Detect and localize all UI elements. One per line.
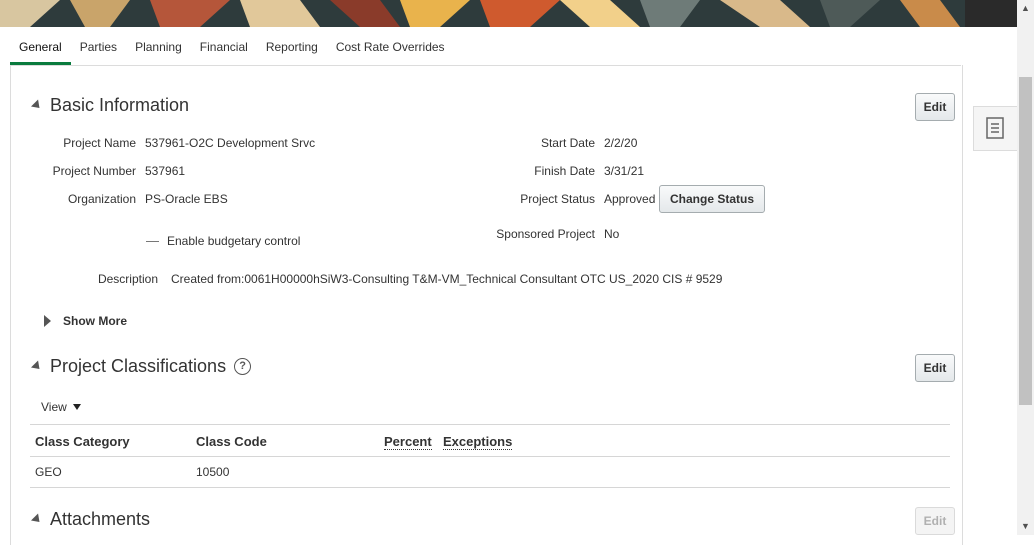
finish-date-label: Finish Date [534, 164, 595, 178]
document-icon [986, 117, 1004, 139]
description-value: Created from:0061H00000hSiW3-Consulting … [171, 272, 723, 286]
project-number-value: 537961 [145, 164, 186, 178]
section-title: Project Classifications [50, 356, 227, 376]
basic-info-header[interactable]: Basic Information [30, 95, 190, 116]
description-label: Description [97, 272, 158, 286]
tab-general[interactable]: General [10, 35, 71, 65]
sponsored-project-value: No [604, 227, 620, 241]
attachments-edit-button[interactable]: Edit [915, 507, 955, 535]
scroll-up-icon[interactable]: ▲ [1017, 0, 1034, 17]
scroll-down-icon[interactable]: ▼ [1017, 518, 1034, 535]
table-row-border [30, 487, 950, 488]
tab-reporting[interactable]: Reporting [257, 35, 327, 65]
column-header-class-code[interactable]: Class Code [196, 434, 267, 449]
expand-icon[interactable] [44, 315, 51, 327]
change-status-button[interactable]: Change Status [659, 185, 765, 213]
project-status-value: Approved [604, 192, 656, 206]
attachments-header[interactable]: Attachments [30, 509, 151, 530]
finish-date-value: 3/31/21 [604, 164, 645, 178]
organization-label: Organization [67, 192, 136, 206]
tab-cost-rate-overrides[interactable]: Cost Rate Overrides [327, 35, 454, 65]
classifications-header[interactable]: Project Classifications ? [30, 356, 252, 377]
section-title: Basic Information [50, 95, 190, 115]
sponsored-project-label: Sponsored Project [496, 227, 595, 241]
project-number-label: Project Number [52, 164, 136, 178]
project-name-value: 537961-O2C Development Srvc [145, 136, 316, 150]
side-panel-tab[interactable] [973, 106, 1017, 151]
budgetary-control-label: Enable budgetary control [167, 234, 301, 248]
project-name-label: Project Name [63, 136, 136, 150]
collapse-icon[interactable] [30, 360, 44, 373]
table-top-border [30, 424, 950, 425]
organization-value: PS-Oracle EBS [145, 192, 228, 206]
collapse-icon[interactable] [30, 513, 44, 526]
basic-info-edit-button[interactable]: Edit [915, 93, 955, 121]
table-header-border [30, 456, 950, 457]
column-header-exceptions[interactable]: Exceptions [443, 434, 513, 450]
tab-financial[interactable]: Financial [191, 35, 257, 65]
tab-parties[interactable]: Parties [71, 35, 126, 65]
show-more-label: Show More [63, 314, 128, 328]
classifications-edit-button[interactable]: Edit [915, 354, 955, 382]
view-menu[interactable]: View [41, 400, 81, 414]
caret-down-icon [72, 404, 81, 410]
tab-planning[interactable]: Planning [126, 35, 191, 65]
checkbox-icon[interactable] [146, 240, 159, 242]
scroll-thumb[interactable] [1019, 77, 1032, 405]
budgetary-control-checkbox[interactable]: Enable budgetary control [146, 234, 300, 248]
show-more-toggle[interactable]: Show More [44, 314, 127, 328]
collapse-icon[interactable] [30, 99, 44, 112]
header-banner [0, 0, 1017, 27]
cell-class-category: GEO [35, 465, 62, 479]
column-header-class-category[interactable]: Class Category [35, 434, 130, 449]
section-title: Attachments [50, 509, 151, 529]
view-menu-label: View [41, 400, 67, 414]
project-status-label: Project Status [520, 192, 595, 206]
start-date-value: 2/2/20 [604, 136, 638, 150]
column-header-percent[interactable]: Percent [384, 434, 432, 450]
cell-class-code: 10500 [196, 465, 230, 479]
help-icon[interactable]: ? [234, 358, 252, 375]
tab-bar: General Parties Planning Financial Repor… [10, 35, 454, 65]
vertical-scrollbar[interactable]: ▲ ▼ [1017, 0, 1034, 535]
start-date-label: Start Date [540, 136, 595, 150]
